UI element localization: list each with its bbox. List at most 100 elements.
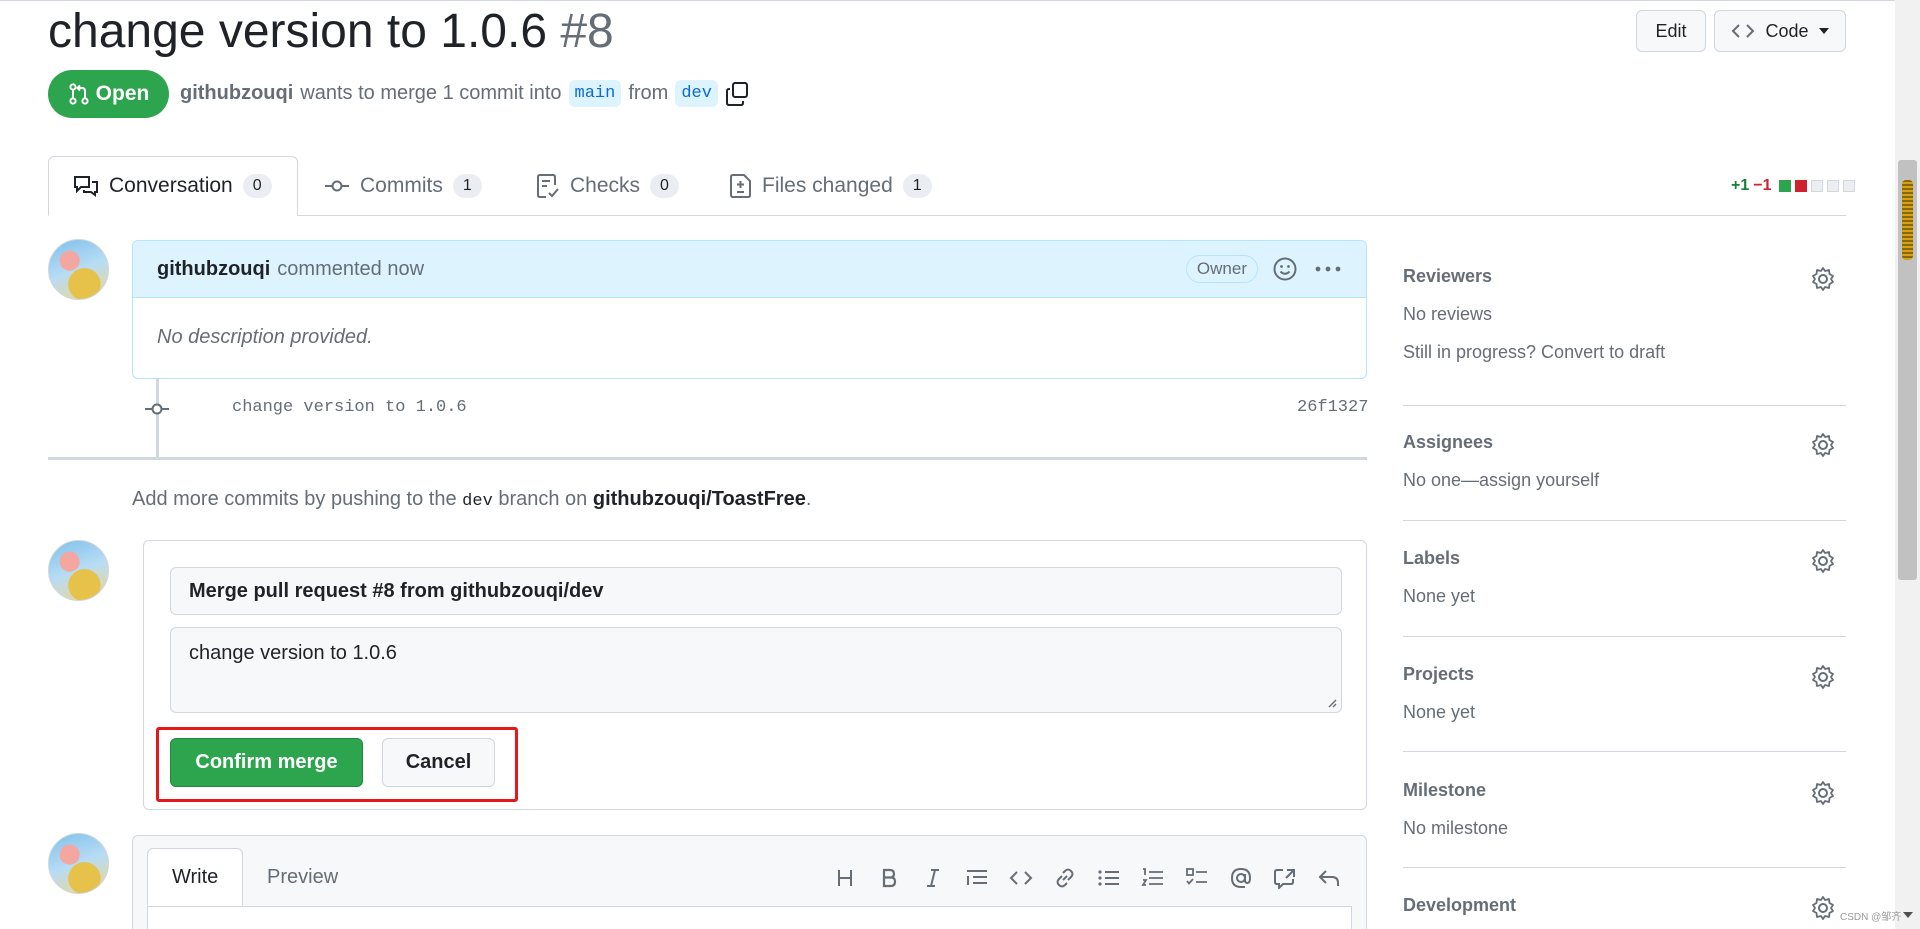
top-border [0,0,1920,1]
tab-counter: 1 [452,174,482,198]
diffstat-del-block [1794,180,1807,192]
bold-icon[interactable] [875,864,902,891]
italic-icon[interactable] [919,864,946,891]
timeline-divider [48,457,1367,460]
tab-label: Conversation [109,174,233,197]
gear-icon[interactable] [1810,266,1836,292]
smiley-icon[interactable] [1272,256,1298,282]
scrollbar-search-markers [1902,180,1913,260]
sidebar-value: None yet [1403,586,1476,606]
code-button-label: Code [1765,20,1809,41]
tab-label: Files changed [762,174,893,197]
diffstat-neutral-block [1842,180,1855,192]
comment-textarea[interactable] [147,906,1352,929]
diffstat-add-block [1778,180,1791,192]
pr-number: #8 [560,5,614,58]
sidebar-divider [1403,520,1846,521]
comment-timestamp[interactable]: commented now [277,258,424,281]
pr-meta-text: wants to merge 1 commit into [300,82,562,104]
sidebar-value: No milestone [1403,818,1509,838]
link-icon[interactable] [1051,864,1078,891]
sidebar-divider [1403,751,1846,752]
gear-icon[interactable] [1810,895,1836,921]
copy-icon[interactable] [725,81,751,107]
gear-icon[interactable] [1810,432,1836,458]
sidebar-title[interactable]: Projects [1403,664,1846,685]
cancel-button[interactable]: Cancel [382,738,495,787]
code-button[interactable]: Code [1714,10,1846,52]
code-icon[interactable] [1007,864,1034,891]
comment-editor: Write Preview [132,835,1367,929]
tab-counter: 0 [650,174,679,198]
kebab-horizontal-icon[interactable] [1314,256,1342,282]
pr-state-label: Open [95,82,150,105]
file-diff-icon [730,174,751,198]
sidebar-value: No reviews [1403,304,1493,324]
scroll-down-arrow-icon[interactable] [1903,912,1913,918]
diffstat-additions: +1 [1731,177,1750,194]
resize-handle-icon[interactable] [1325,696,1337,708]
avatar[interactable] [48,239,109,300]
sidebar-divider [1403,867,1846,868]
tasklist-icon[interactable] [1183,864,1210,891]
cross-reference-icon[interactable] [1271,864,1298,891]
scrollbar[interactable] [1895,0,1920,929]
sidebar-title[interactable]: Assignees [1403,432,1846,453]
tab-counter: 1 [902,174,932,198]
sidebar-divider [1403,636,1846,637]
gear-icon[interactable] [1810,548,1836,574]
gear-icon[interactable] [1810,780,1836,806]
tab-conversation[interactable]: Conversation 0 [48,156,298,216]
sidebar-title[interactable]: Milestone [1403,780,1846,801]
head-branch-link[interactable]: dev [675,80,718,107]
comment-discussion-icon [74,176,98,197]
heading-icon[interactable] [831,864,858,891]
reply-icon[interactable] [1315,864,1342,891]
tab-preview[interactable]: Preview [243,848,362,906]
sidebar-divider [1403,405,1846,406]
edit-button[interactable]: Edit [1636,10,1706,52]
comment-header: githubzouqi commented now Owner [133,241,1366,298]
merge-form: Merge pull request #8 from githubzouqi/d… [143,540,1367,810]
sidebar-title[interactable]: Labels [1403,548,1846,569]
from-text: from [628,82,669,104]
sidebar-title[interactable]: Development [1403,895,1846,916]
push-hint-suffix: . [805,488,812,510]
assign-yourself-link[interactable]: No one—assign yourself [1403,470,1846,491]
confirm-merge-button[interactable]: Confirm merge [170,738,363,787]
push-hint-prefix: Add more commits by pushing to the [132,488,457,510]
avatar[interactable] [48,833,109,894]
merge-commit-message-input[interactable]: change version to 1.0.6 [170,627,1342,713]
push-hint-branch: dev [462,492,493,511]
unordered-list-icon[interactable] [1095,864,1122,891]
sidebar-reviewers: Reviewers No reviews Still in progress? … [1403,266,1846,363]
sidebar-labels: Labels None yet [1403,548,1846,607]
commit-sha-link[interactable]: 26f1327 [1297,398,1368,417]
avatar[interactable] [48,540,109,601]
sidebar-title[interactable]: Reviewers [1403,266,1846,287]
sidebar-assignees: Assignees No one—assign yourself [1403,432,1846,491]
pr-author-link[interactable]: githubzouqi [180,82,293,105]
merge-commit-title-input[interactable]: Merge pull request #8 from githubzouqi/d… [170,567,1342,615]
tab-checks[interactable]: Checks 0 [512,156,703,216]
gear-icon[interactable] [1810,664,1836,690]
chevron-down-icon [1818,28,1829,34]
tab-label: Commits [360,174,443,197]
comment-author-link[interactable]: githubzouqi [157,258,270,281]
tab-commits[interactable]: Commits 1 [300,156,506,216]
comment-body: No description provided. [157,326,373,348]
tab-write[interactable]: Write [147,848,244,906]
repo-link[interactable]: githubzouqi/ToastFree [593,488,806,510]
watermark: CSDN @邹齐 [1840,912,1902,923]
edit-button-label: Edit [1655,20,1687,41]
quote-icon[interactable] [963,864,990,891]
base-branch-link[interactable]: main [568,80,622,107]
git-commit-icon [325,180,349,192]
ordered-list-icon[interactable] [1139,864,1166,891]
mention-icon[interactable] [1227,864,1254,891]
git-pull-request-icon [69,83,89,105]
tab-files-changed[interactable]: Files changed 1 [706,156,956,216]
commit-message-link[interactable]: change version to 1.0.6 [232,398,467,417]
diffstat-neutral-block [1826,180,1839,192]
convert-to-draft-link[interactable]: Still in progress? Convert to draft [1403,342,1846,363]
